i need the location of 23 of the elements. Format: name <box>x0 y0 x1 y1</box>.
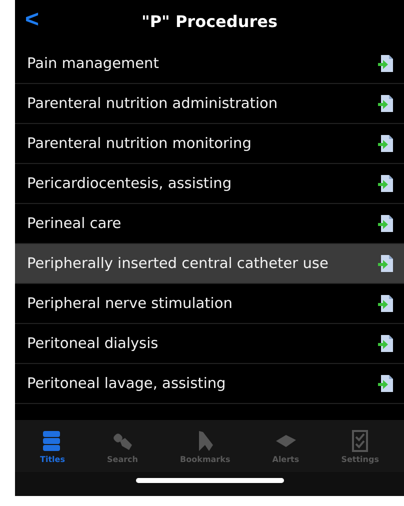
document-icon <box>378 254 394 273</box>
procedure-title: Parenteral nutrition administration <box>27 96 278 112</box>
procedure-title: Peritoneal dialysis <box>27 336 158 352</box>
procedure-title: Peripherally inserted central catheter use <box>27 256 328 272</box>
document-icon <box>378 174 394 193</box>
procedure-title: Parenteral nutrition monitoring <box>27 136 252 152</box>
document-icon <box>378 214 394 233</box>
procedure-title: Peripheral nerve stimulation <box>27 296 232 312</box>
procedure-title: Pericardiocentesis, assisting <box>27 176 232 192</box>
document-icon <box>378 54 394 73</box>
document-icon <box>378 94 394 113</box>
procedure-title: Peritoneal lavage, assisting <box>27 376 226 392</box>
document-icon <box>378 334 394 353</box>
procedure-row[interactable]: Peripherally inserted central catheter use <box>15 244 404 284</box>
procedure-title: Perineal care <box>27 216 122 232</box>
screen-title: "P" Procedures <box>141 12 278 30</box>
tab[interactable]: Titles <box>40 428 65 464</box>
back-button[interactable]: < <box>19 6 46 34</box>
document-icon <box>378 374 394 393</box>
document-icon <box>378 294 394 313</box>
procedure-title: Pain management <box>27 56 159 72</box>
document-icon <box>378 134 394 153</box>
home-indicator[interactable] <box>136 478 284 483</box>
